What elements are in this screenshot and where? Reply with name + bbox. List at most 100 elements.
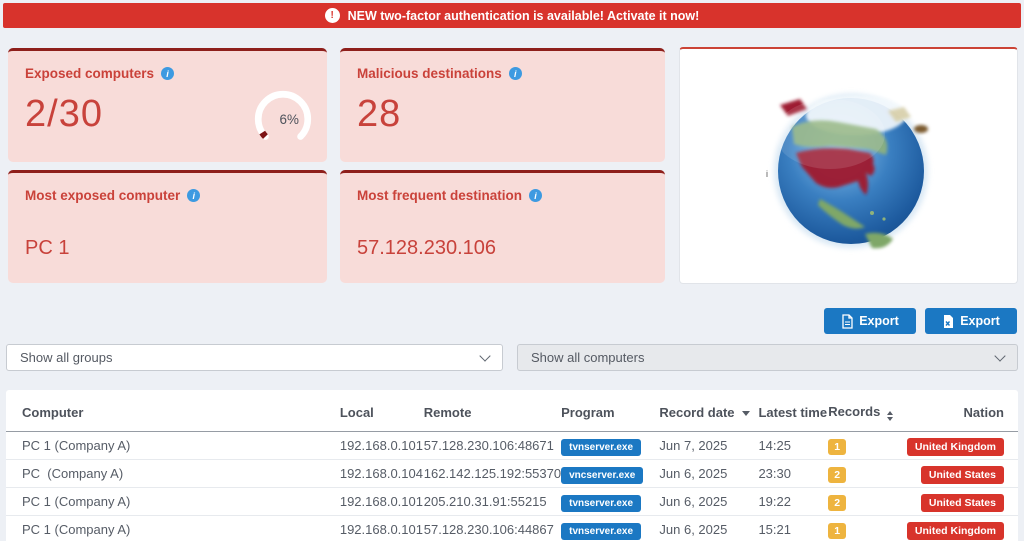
program-badge: vncserver.exe [561, 467, 644, 484]
table-row[interactable]: PC 1 (Company A) 192.168.0.101 205.210.3… [6, 487, 1018, 516]
nation-badge: United Kingdom [906, 438, 1004, 456]
info-icon[interactable]: i [187, 189, 201, 202]
computers-select[interactable]: Show all computers [517, 344, 1018, 371]
cell-computer: PC 1 (Company A) [6, 515, 340, 541]
records-badge: 1 [828, 523, 847, 539]
exposed-gauge: 6% [254, 91, 312, 140]
cell-nation: United States [906, 487, 1018, 516]
cell-remote: 57.128.230.106:48671 [423, 438, 554, 453]
cell-local: 192.168.0.101 [339, 515, 424, 541]
groups-select-value: Show all groups [20, 350, 113, 365]
export-pdf-label: Export [859, 314, 899, 328]
globe-illustration[interactable]: i [680, 49, 1018, 282]
globe-land-fragment [914, 125, 928, 133]
card-title-text: Malicious destinations [357, 66, 502, 81]
card-malicious-destinations: Malicious destinations i 28 [340, 48, 665, 162]
info-icon[interactable]: i [508, 67, 522, 80]
info-icon[interactable]: i [529, 189, 542, 202]
chevron-down-icon [994, 349, 1006, 362]
table-row[interactable]: PC 1 (Company A) 192.168.0.101 57.128.23… [6, 515, 1018, 541]
sort-icon [887, 411, 894, 421]
card-title-text: Most frequent destination [357, 188, 522, 203]
nation-badge: United States [920, 466, 1004, 484]
globe-card: i [679, 47, 1018, 284]
globe-island [882, 217, 886, 221]
header-latest-time: Latest time [758, 390, 829, 432]
card-most-exposed-computer: Most exposed computer i PC 1 [8, 170, 327, 283]
card-title: Most frequent destination i [357, 188, 648, 203]
header-record-date-label: Record date [659, 405, 735, 420]
export-pdf-button[interactable]: Export [824, 308, 916, 334]
cell-nation: United States [906, 459, 1018, 488]
cell-program: tvnserver.exe [561, 432, 659, 460]
alert-icon: ! [324, 8, 340, 23]
pdf-file-icon [842, 313, 853, 329]
export-excel-button[interactable]: Export [925, 308, 1017, 334]
header-record-date[interactable]: Record date [659, 390, 759, 432]
cell-records: 1 [828, 515, 907, 541]
cell-program: tvnserver.exe [561, 515, 660, 541]
cell-record-date: Jun 7, 2025 [659, 438, 728, 453]
header-computer: Computer [6, 390, 340, 432]
records-badge: 2 [828, 467, 847, 483]
cell-record-date: Jun 6, 2025 [659, 515, 759, 541]
card-exposed-computers: Exposed computers i 2/30 6% [8, 48, 327, 162]
groups-select[interactable]: Show all groups [6, 344, 503, 371]
cell-remote: 205.210.31.91:55215 [423, 487, 562, 516]
cell-computer: PC (Company A) [6, 459, 340, 488]
card-title-text: Exposed computers [25, 66, 155, 81]
cell-records: 2 [828, 487, 907, 516]
table-header-row: Computer Local Remote Program Record dat… [6, 390, 1018, 432]
cell-computer: PC 1 (Company A) [22, 438, 131, 453]
notification-banner[interactable]: ! NEW two-factor authentication is avail… [3, 3, 1021, 28]
header-nation: Nation [906, 390, 1018, 432]
cell-computer: PC 1 (Company A) [6, 487, 340, 516]
program-badge: tvnserver.exe [561, 523, 642, 540]
most-frequent-destination-value: 57.128.230.106 [357, 237, 497, 259]
cell-records: 2 [828, 459, 907, 488]
records-badge: 1 [828, 439, 847, 455]
card-title: Malicious destinations i [357, 66, 648, 81]
header-remote: Remote [423, 390, 562, 432]
card-most-frequent-destination: Most frequent destination i 57.128.230.1… [340, 170, 665, 283]
globe-island [870, 211, 874, 215]
cell-record-date: Jun 6, 2025 [659, 459, 759, 488]
cell-latest-time: 23:30 [758, 459, 829, 488]
program-badge: tvnserver.exe [561, 439, 642, 456]
records-table: Computer Local Remote Program Record dat… [6, 390, 1018, 541]
cell-records: 1 [828, 432, 907, 460]
nation-badge: United States [920, 494, 1004, 512]
cell-remote: 57.128.230.106:44867 [423, 515, 562, 541]
excel-file-icon [944, 314, 954, 328]
header-program: Program [561, 390, 660, 432]
banner-text: NEW two-factor authentication is availab… [347, 8, 700, 23]
cell-local: 192.168.0.101 [339, 438, 423, 453]
globe-marker: i [766, 169, 768, 179]
export-excel-label: Export [960, 314, 1000, 328]
cell-local: 192.168.0.101 [339, 487, 424, 516]
chevron-down-icon [479, 349, 491, 362]
cell-program: vncserver.exe [561, 459, 660, 488]
card-title: Exposed computers i [25, 66, 310, 81]
cell-nation: United Kingdom [906, 432, 1018, 460]
header-records-label: Records [828, 404, 881, 419]
cell-latest-time: 15:21 [758, 515, 829, 541]
malicious-destinations-value: 28 [357, 93, 402, 135]
info-icon[interactable]: i [161, 67, 175, 80]
cell-remote: 162.142.125.192:55370 [423, 459, 562, 488]
card-title: Most exposed computer i [25, 188, 310, 203]
header-local: Local [339, 390, 424, 432]
cell-nation: United Kingdom [906, 515, 1018, 541]
cell-local: 192.168.0.104 [339, 459, 424, 488]
gauge-percent-label: 6% [279, 112, 298, 127]
cell-latest-time: 19:22 [758, 487, 829, 516]
cell-program: tvnserver.exe [561, 487, 660, 516]
header-records[interactable]: Records [828, 390, 907, 432]
card-title-text: Most exposed computer [25, 188, 181, 203]
table-row[interactable]: PC (Company A) 192.168.0.104 162.142.125… [6, 459, 1018, 488]
table-row[interactable]: PC 1 (Company A) 192.168.0.101 57.128.23… [6, 432, 1018, 460]
records-table-card: Computer Local Remote Program Record dat… [6, 390, 1018, 541]
globe-highlight [775, 99, 885, 169]
cell-latest-time: 14:25 [758, 438, 791, 453]
nation-badge: United Kingdom [906, 522, 1004, 540]
